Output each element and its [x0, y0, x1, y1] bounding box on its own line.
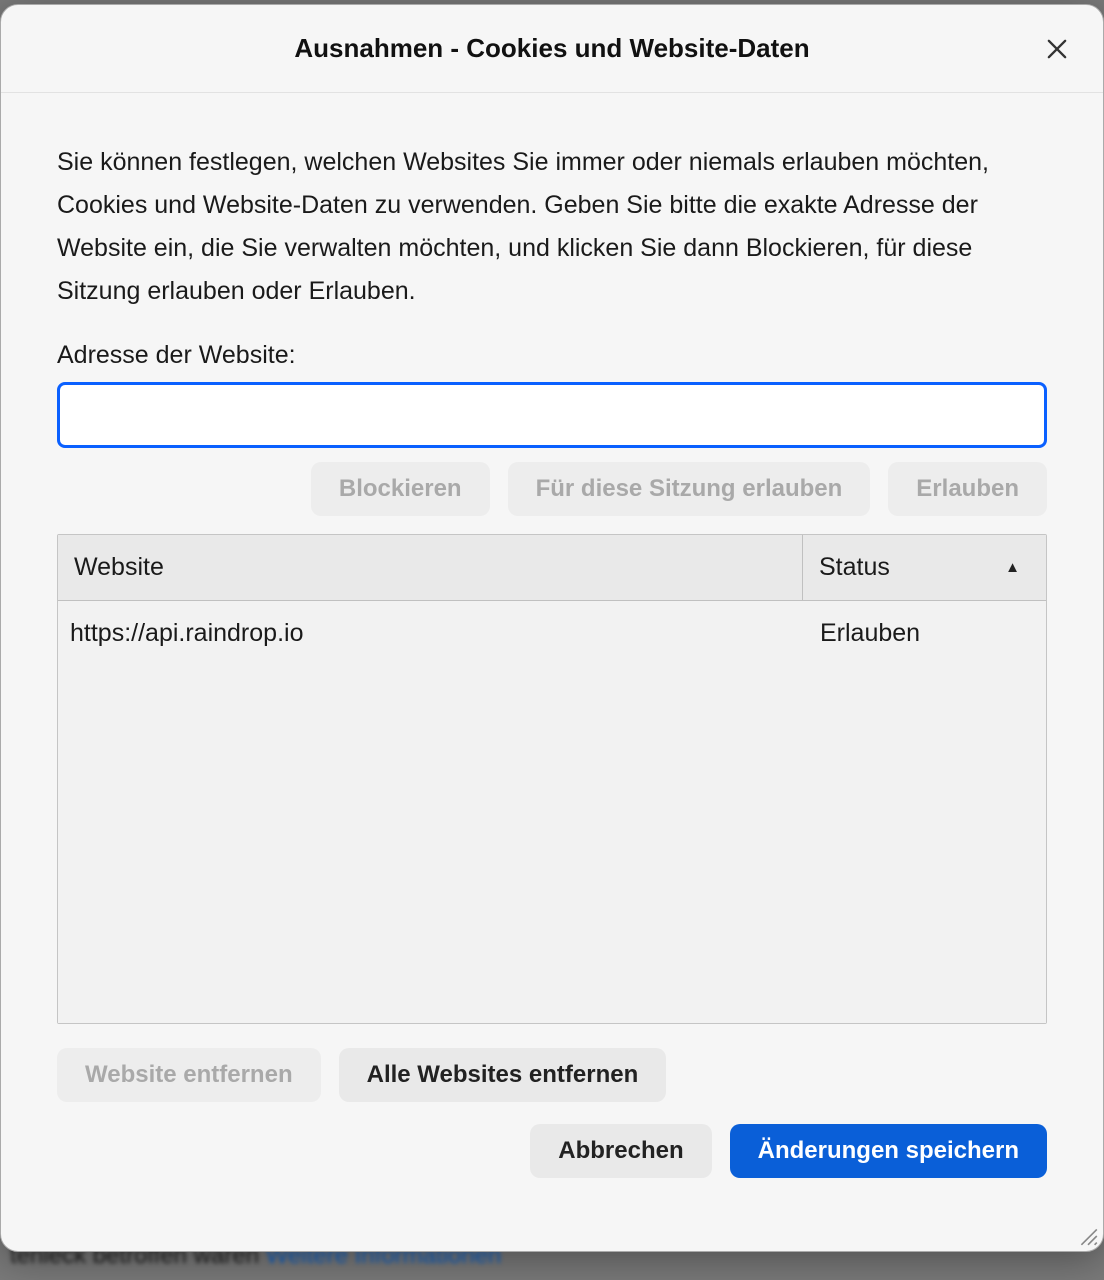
action-button-row: Blockieren Für diese Sitzung erlauben Er…	[57, 462, 1047, 516]
remove-button-row: Website entfernen Alle Websites entferne…	[57, 1048, 1047, 1102]
cancel-button[interactable]: Abbrechen	[530, 1124, 711, 1178]
save-changes-button[interactable]: Änderungen speichern	[730, 1124, 1047, 1178]
table-body[interactable]: https://api.raindrop.io Erlauben	[58, 601, 1046, 1023]
column-header-status-label: Status	[819, 553, 890, 582]
sort-ascending-icon: ▲	[1005, 559, 1020, 576]
resize-grip-icon[interactable]	[1077, 1225, 1099, 1247]
table-header: Website Status ▲	[58, 535, 1046, 601]
column-header-website[interactable]: Website	[58, 535, 802, 600]
close-button[interactable]	[1037, 29, 1077, 69]
dialog-title: Ausnahmen - Cookies und Website-Daten	[294, 33, 809, 64]
dialog-content: Sie können festlegen, welchen Websites S…	[1, 93, 1103, 1251]
exceptions-table: Website Status ▲ https://api.raindrop.io…	[57, 534, 1047, 1024]
url-input[interactable]	[57, 382, 1047, 448]
dialog-title-bar: Ausnahmen - Cookies und Website-Daten	[1, 5, 1103, 93]
table-row[interactable]: https://api.raindrop.io Erlauben	[58, 601, 1046, 666]
cell-status: Erlauben	[802, 619, 1046, 648]
cell-website: https://api.raindrop.io	[58, 619, 802, 648]
column-header-status[interactable]: Status ▲	[802, 535, 1046, 600]
dialog-footer-buttons: Abbrechen Änderungen speichern	[57, 1124, 1047, 1178]
remove-website-button[interactable]: Website entfernen	[57, 1048, 321, 1102]
exceptions-dialog: Ausnahmen - Cookies und Website-Daten Si…	[0, 4, 1104, 1252]
remove-all-websites-button[interactable]: Alle Websites entfernen	[339, 1048, 667, 1102]
block-button[interactable]: Blockieren	[311, 462, 490, 516]
column-header-website-label: Website	[74, 553, 164, 582]
url-input-label: Adresse der Website:	[57, 341, 1047, 370]
allow-session-button[interactable]: Für diese Sitzung erlauben	[508, 462, 871, 516]
allow-button[interactable]: Erlauben	[888, 462, 1047, 516]
close-icon	[1043, 35, 1071, 63]
dialog-description: Sie können festlegen, welchen Websites S…	[57, 141, 1047, 313]
